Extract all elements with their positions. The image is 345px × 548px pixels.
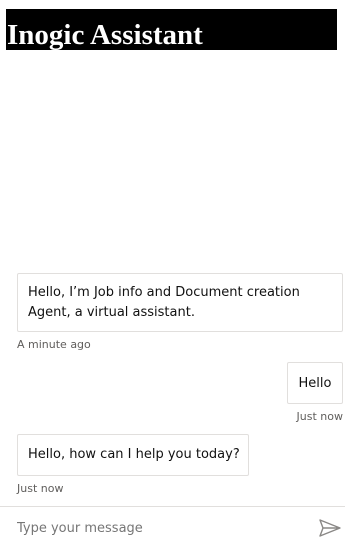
message-input[interactable] bbox=[17, 516, 307, 540]
message-timestamp: A minute ago bbox=[17, 338, 91, 351]
send-button[interactable] bbox=[318, 515, 344, 541]
message-composer bbox=[0, 506, 345, 548]
user-message-bubble: Hello bbox=[287, 362, 343, 404]
message-timestamp: Just now bbox=[17, 482, 64, 495]
send-icon bbox=[318, 516, 344, 540]
header-title: Inogic Assistant bbox=[7, 19, 203, 50]
chat-header: Inogic Assistant bbox=[6, 9, 337, 50]
bot-message-bubble: Hello, I’m Job info and Document creatio… bbox=[17, 273, 343, 332]
message-timestamp: Just now bbox=[296, 410, 343, 423]
bot-message-bubble: Hello, how can I help you today? bbox=[17, 434, 249, 476]
